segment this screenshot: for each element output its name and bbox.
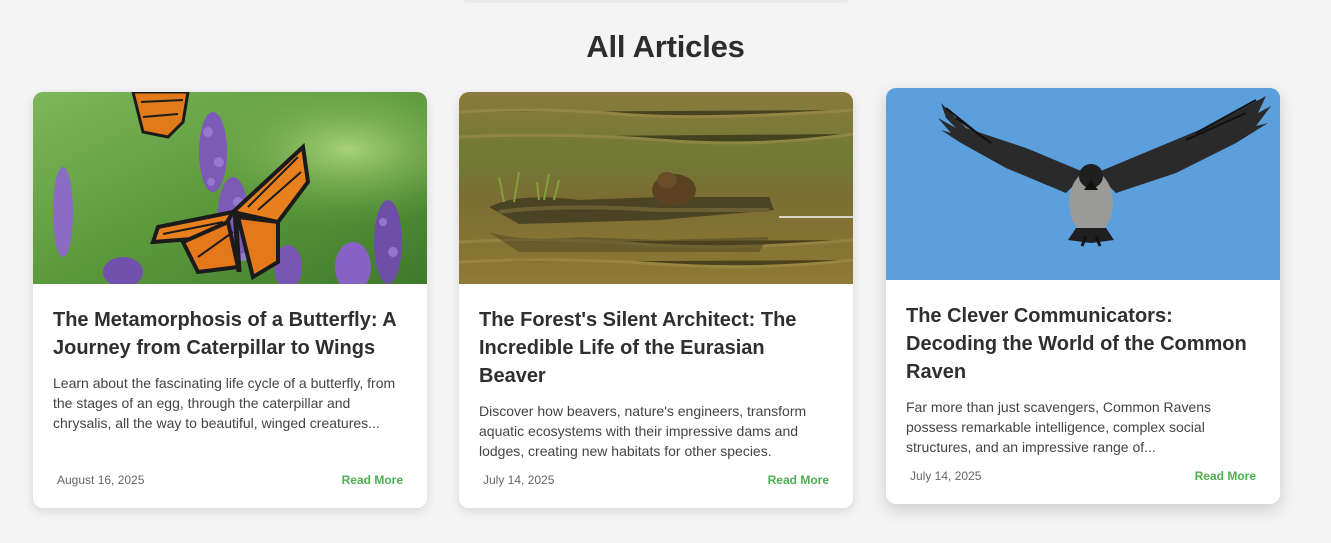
card-footer: August 16, 2025 Read More	[57, 473, 403, 487]
article-card[interactable]: The Metamorphosis of a Butterfly: A Jour…	[33, 92, 427, 508]
article-excerpt: Discover how beavers, nature's engineers…	[479, 403, 807, 459]
article-card[interactable]: The Clever Communicators: Decoding the W…	[886, 88, 1280, 504]
card-footer: July 14, 2025 Read More	[910, 469, 1256, 483]
article-card[interactable]: The Forest's Silent Architect: The Incre…	[459, 92, 853, 508]
article-date: July 14, 2025	[910, 469, 982, 483]
article-title[interactable]: The Forest's Silent Architect: The Incre…	[479, 306, 833, 390]
article-excerpt: Far more than just scavengers, Common Ra…	[906, 399, 1212, 455]
section-title: All Articles	[586, 29, 745, 64]
top-divider	[464, 0, 848, 3]
beaver-in-water-image[interactable]	[459, 92, 853, 284]
flying-crow-image[interactable]	[886, 88, 1280, 280]
card-footer: July 14, 2025 Read More	[483, 473, 829, 487]
article-date: August 16, 2025	[57, 473, 145, 487]
monarch-butterfly-image[interactable]	[33, 92, 427, 284]
read-more-link[interactable]: Read More	[342, 473, 403, 487]
article-excerpt: Learn about the fascinating life cycle o…	[53, 375, 396, 431]
article-date: July 14, 2025	[483, 473, 555, 487]
article-title[interactable]: The Clever Communicators: Decoding the W…	[906, 302, 1260, 386]
read-more-link[interactable]: Read More	[1195, 469, 1256, 483]
article-title[interactable]: The Metamorphosis of a Butterfly: A Jour…	[53, 306, 407, 362]
read-more-link[interactable]: Read More	[768, 473, 829, 487]
